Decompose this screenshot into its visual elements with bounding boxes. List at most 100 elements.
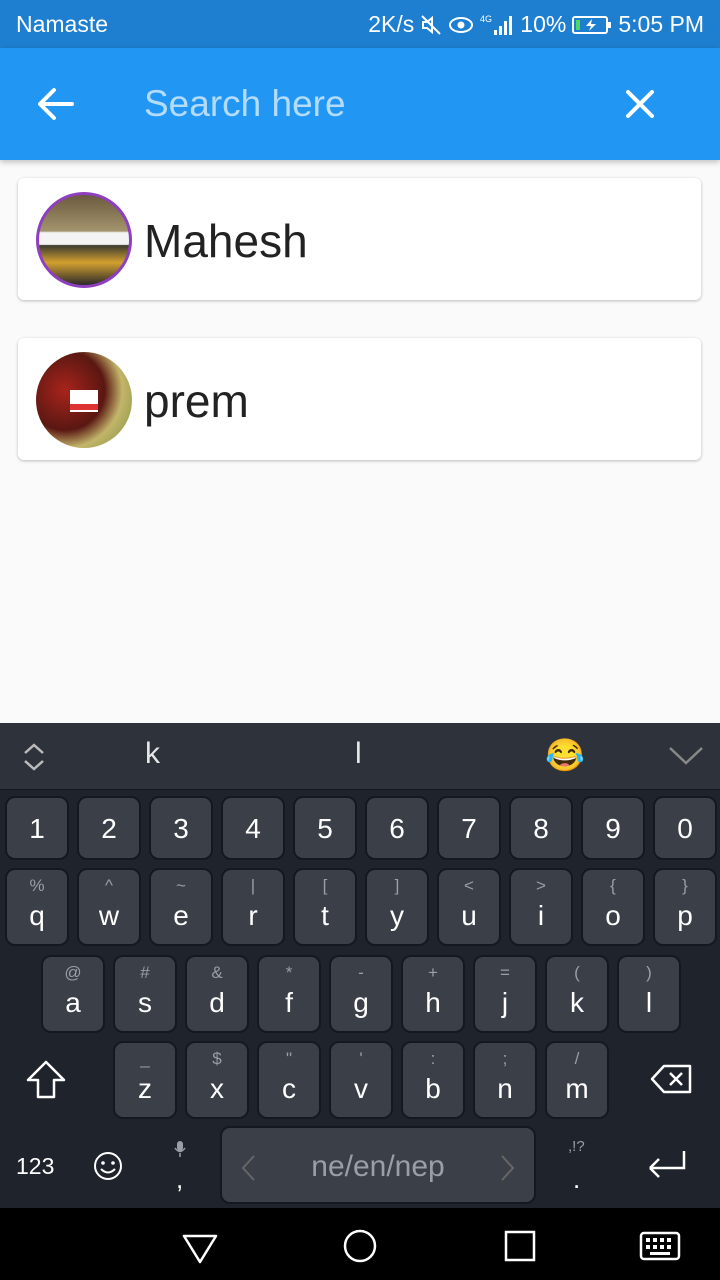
- key-v[interactable]: ' v: [329, 1041, 393, 1119]
- key-6[interactable]: 6: [365, 796, 429, 860]
- key-m[interactable]: / m: [545, 1041, 609, 1119]
- key-y[interactable]: ] y: [365, 868, 429, 946]
- key-alt-label: |: [250, 876, 256, 895]
- nav-recents-icon[interactable]: [498, 1224, 542, 1268]
- suggestion-item[interactable]: k: [145, 737, 160, 771]
- search-app-bar: [0, 48, 720, 160]
- hide-keyboard-icon[interactable]: [668, 746, 704, 766]
- carrier-label: Namaste: [16, 11, 109, 37]
- key-alt-label: -: [358, 963, 364, 982]
- key-label: k: [570, 987, 584, 1018]
- contact-name: prem: [144, 375, 249, 427]
- key-4[interactable]: 4: [221, 796, 285, 860]
- key-label: s: [138, 987, 152, 1018]
- key-label: b: [425, 1073, 441, 1104]
- soft-keyboard: k l 😂 1 2 3 4 5 6 7 8 9 0% q ^ w ~ e | r[t] y < u > i{o} p @ a # s…: [0, 723, 720, 1208]
- key-w[interactable]: ^ w: [77, 868, 141, 946]
- enter-icon[interactable]: [644, 1148, 688, 1182]
- period-key[interactable]: ,!? .: [560, 1136, 594, 1196]
- expand-keyboard-icon[interactable]: [22, 742, 46, 772]
- close-icon: [626, 90, 654, 118]
- key-alt-label: =: [500, 963, 510, 982]
- key-3[interactable]: 3: [149, 796, 213, 860]
- emoji-suggestion[interactable]: 😂: [545, 736, 585, 774]
- key-l[interactable]: ) l: [617, 955, 681, 1033]
- key-label: 9: [605, 813, 621, 844]
- key-h[interactable]: + h: [401, 955, 465, 1033]
- key-alt-label: #: [140, 963, 150, 982]
- key-alt-label: (: [574, 963, 580, 982]
- key-c[interactable]: " c: [257, 1041, 321, 1119]
- key-r[interactable]: | r: [221, 868, 285, 946]
- key-2[interactable]: 2: [77, 796, 141, 860]
- key-1[interactable]: 1: [5, 796, 69, 860]
- microphone-icon: [174, 1141, 186, 1157]
- key-f[interactable]: * f: [257, 955, 321, 1033]
- contact-card[interactable]: Mahesh: [18, 178, 701, 300]
- space-language-label: ne/en/nep: [311, 1150, 445, 1183]
- key-p[interactable]: } p: [653, 868, 717, 946]
- emoji-key-icon[interactable]: [92, 1150, 124, 1182]
- key-label: 0: [677, 813, 693, 844]
- key-label: 1: [29, 813, 45, 844]
- key-alt-label: }: [682, 876, 688, 895]
- key-u[interactable]: < u: [437, 868, 501, 946]
- key-7[interactable]: 7: [437, 796, 501, 860]
- key-9[interactable]: 9: [581, 796, 645, 860]
- key-z[interactable]: _ z: [113, 1041, 177, 1119]
- key-alt-label: &: [211, 963, 223, 982]
- battery-charging-icon: [572, 14, 612, 36]
- space-key[interactable]: ne/en/nep: [220, 1126, 536, 1204]
- key-k[interactable]: (k: [545, 955, 609, 1033]
- keyboard-switch-icon[interactable]: [638, 1224, 682, 1268]
- key-label: a: [65, 987, 81, 1018]
- key-label: q: [29, 900, 45, 931]
- key-g[interactable]: -g: [329, 955, 393, 1033]
- suggestion-bar: k l 😂: [0, 723, 720, 790]
- comma-key[interactable]: ,: [165, 1136, 195, 1196]
- key-label: j: [501, 987, 509, 1018]
- key-label: 3: [173, 813, 189, 844]
- key-n[interactable]: ; n: [473, 1041, 537, 1119]
- key-8[interactable]: 8: [509, 796, 573, 860]
- status-bar: Namaste 2K/s 4G 10% 5:05 PM: [0, 0, 720, 48]
- key-d[interactable]: & d: [185, 955, 249, 1033]
- status-icons: 2K/s 4G 10% 5:05 PM: [368, 11, 704, 38]
- network-speed: 2K/s: [368, 11, 415, 37]
- key-0[interactable]: 0: [653, 796, 717, 860]
- shift-icon[interactable]: [24, 1059, 68, 1101]
- battery-percent: 10%: [520, 11, 567, 37]
- key-s[interactable]: # s: [113, 955, 177, 1033]
- key-alt-label: *: [285, 963, 293, 982]
- key-q[interactable]: % q: [5, 868, 69, 946]
- nav-back-icon[interactable]: [178, 1224, 222, 1268]
- key-alt-label: ;: [502, 1049, 508, 1068]
- key-j[interactable]: = j: [473, 955, 537, 1033]
- period-alt-label: ,!?: [568, 1138, 585, 1155]
- key-label: l: [645, 987, 653, 1018]
- key-o[interactable]: {o: [581, 868, 645, 946]
- key-label: 8: [533, 813, 549, 844]
- suggestion-item[interactable]: l: [355, 737, 362, 771]
- clear-search-button[interactable]: [620, 84, 660, 124]
- contact-card[interactable]: prem: [18, 338, 701, 460]
- back-button[interactable]: [32, 84, 80, 124]
- key-a[interactable]: @ a: [41, 955, 105, 1033]
- key-alt-label: /: [574, 1049, 580, 1068]
- numbers-key[interactable]: 123: [16, 1153, 54, 1180]
- key-x[interactable]: $ x: [185, 1041, 249, 1119]
- key-alt-label: ): [646, 963, 652, 982]
- key-e[interactable]: ~ e: [149, 868, 213, 946]
- key-5[interactable]: 5: [293, 796, 357, 860]
- key-label: g: [353, 987, 369, 1018]
- key-t[interactable]: [t: [293, 868, 357, 946]
- key-alt-label: ]: [394, 876, 400, 895]
- backspace-icon[interactable]: [650, 1063, 694, 1095]
- nav-home-icon[interactable]: [338, 1224, 382, 1268]
- key-alt-label: +: [428, 963, 438, 982]
- eye-icon: [448, 14, 474, 36]
- key-i[interactable]: > i: [509, 868, 573, 946]
- search-input[interactable]: [144, 76, 564, 132]
- key-b[interactable]: :b: [401, 1041, 465, 1119]
- contact-name: Mahesh: [144, 215, 308, 267]
